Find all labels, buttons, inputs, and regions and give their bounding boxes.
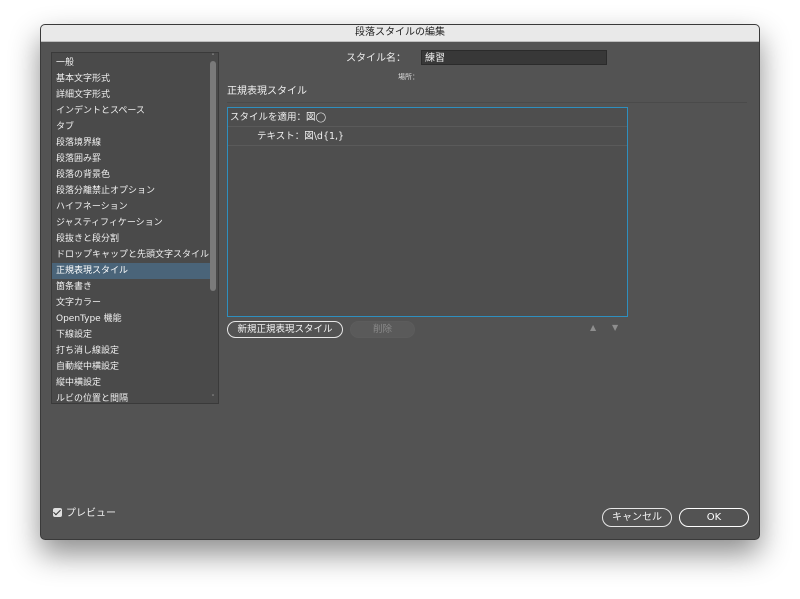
scroll-thumb[interactable]: [210, 61, 216, 291]
sidebar-item[interactable]: 段落境界線: [52, 135, 210, 151]
move-down-icon[interactable]: ▼: [612, 323, 618, 332]
rule-text[interactable]: テキスト：図\d{1,}: [228, 127, 627, 146]
cancel-button[interactable]: キャンセル: [602, 508, 672, 527]
rule-apply-style[interactable]: スタイルを適用：図◯: [228, 108, 627, 127]
new-grep-style-button[interactable]: 新規正規表現スタイル: [227, 321, 343, 338]
sidebar-item[interactable]: 基本文字形式: [52, 71, 210, 87]
sidebar-item[interactable]: ジャスティフィケーション: [52, 215, 210, 231]
sidebar-item[interactable]: ルビの位置と間隔: [52, 391, 210, 407]
sidebar-item[interactable]: 文字カラー: [52, 295, 210, 311]
style-name-input[interactable]: 練習: [421, 50, 607, 65]
window-title: 段落スタイルの編集: [41, 25, 759, 42]
scroll-down-icon[interactable]: ˅: [209, 395, 217, 402]
sidebar-item[interactable]: 縦中横設定: [52, 375, 210, 391]
move-up-icon[interactable]: ▲: [590, 323, 596, 332]
sidebar-item[interactable]: ドロップキャップと先頭文字スタイル: [52, 247, 210, 263]
sidebar-item[interactable]: 段抜きと段分割: [52, 231, 210, 247]
sidebar-scrollbar[interactable]: ˄ ˅: [209, 53, 217, 403]
paragraph-style-dialog: 段落スタイルの編集 一般 基本文字形式 詳細文字形式 インデントとスペース タブ 段落境界…: [40, 24, 760, 540]
sidebar-item[interactable]: 段落分離禁止オプション: [52, 183, 210, 199]
preview-checkbox[interactable]: [53, 507, 62, 517]
sidebar-item[interactable]: 箇条書き: [52, 279, 210, 295]
sidebar-item[interactable]: 一般: [52, 55, 210, 71]
sidebar-item[interactable]: OpenType 機能: [52, 311, 210, 327]
location-label: 場所：: [398, 73, 419, 81]
sidebar-item[interactable]: 段落の背景色: [52, 167, 210, 183]
sidebar-item[interactable]: 打ち消し線設定: [52, 343, 210, 359]
preview-label: プレビュー: [66, 508, 116, 519]
style-name-label: スタイル名：: [346, 53, 406, 64]
sidebar-item[interactable]: 自動縦中横設定: [52, 359, 210, 375]
sidebar-item[interactable]: 下線設定: [52, 327, 210, 343]
grep-style-list[interactable]: スタイルを適用：図◯ テキスト：図\d{1,}: [227, 107, 628, 317]
sidebar-item[interactable]: インデントとスペース: [52, 103, 210, 119]
sidebar-item[interactable]: ハイフネーション: [52, 199, 210, 215]
scroll-up-icon[interactable]: ˄: [209, 54, 217, 61]
delete-button[interactable]: 削除: [350, 321, 415, 338]
category-list[interactable]: 一般 基本文字形式 詳細文字形式 インデントとスペース タブ 段落境界線 段落囲み罫 段落の背…: [51, 52, 219, 404]
section-title: 正規表現スタイル: [227, 86, 307, 97]
preview-toggle[interactable]: プレビュー: [53, 507, 116, 520]
section-divider: [227, 102, 747, 103]
sidebar-item[interactable]: タブ: [52, 119, 210, 135]
sidebar-item[interactable]: 段落囲み罫: [52, 151, 210, 167]
sidebar-item[interactable]: 詳細文字形式: [52, 87, 210, 103]
ok-button[interactable]: OK: [679, 508, 749, 527]
sidebar-item[interactable]: 正規表現スタイル: [52, 263, 210, 279]
